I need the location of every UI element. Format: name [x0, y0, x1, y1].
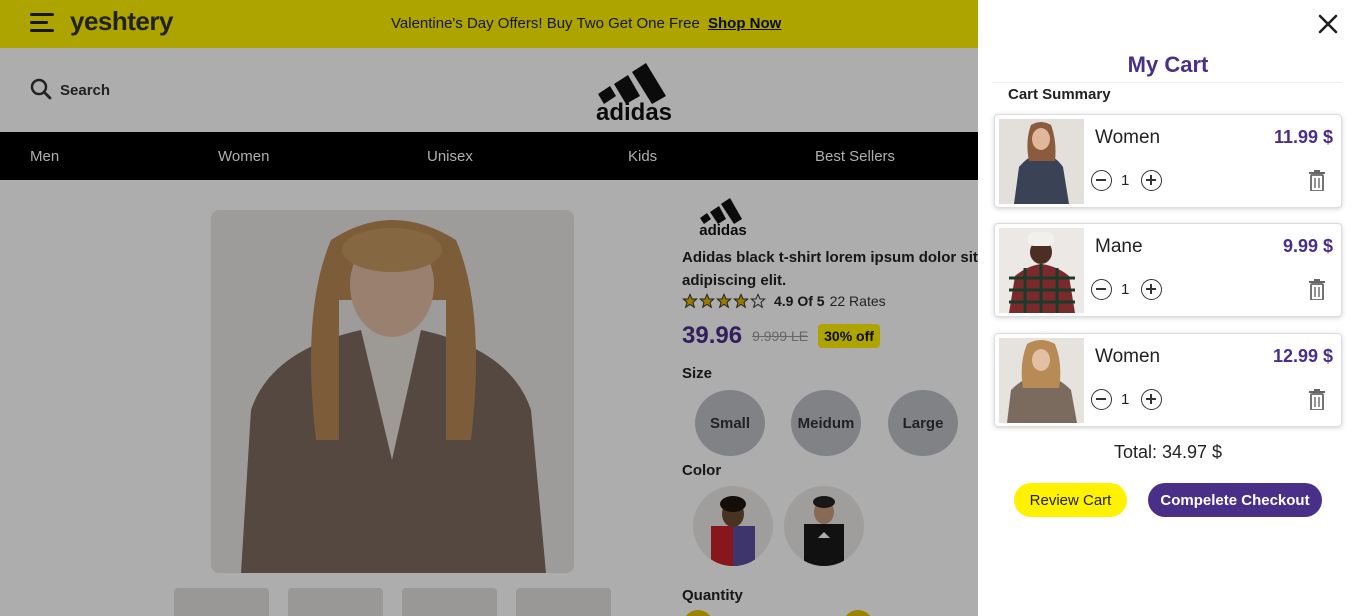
product-page: yeshtery Valentine's Day Offers! Buy Two… [0, 0, 978, 616]
cart-item-image[interactable] [999, 338, 1084, 423]
cart-total: Total: 34.97 $ [1113, 442, 1223, 462]
close-icon[interactable] [1316, 12, 1340, 36]
trash-icon[interactable] [1309, 389, 1325, 410]
modal-overlay[interactable] [0, 0, 978, 616]
increase-quantity-button[interactable] [1141, 170, 1162, 191]
decrease-quantity-button[interactable] [1091, 279, 1112, 300]
trash-icon[interactable] [1309, 279, 1325, 300]
cart-item-image[interactable] [999, 119, 1084, 204]
cart-item-name: Women [1095, 127, 1161, 148]
cart-item-price: 9.99 $ [1282, 236, 1333, 256]
increase-quantity-button[interactable] [1141, 389, 1162, 410]
cart-drawer: My Cart Cart Summary Women 11.99 $ 1 Man… [978, 0, 1356, 616]
divider [992, 82, 1342, 83]
trash-icon[interactable] [1309, 170, 1325, 191]
cart-item-name: Mane [1095, 236, 1143, 257]
cart-item-price: 11.99 $ [1273, 127, 1333, 147]
decrease-quantity-button[interactable] [1091, 170, 1112, 191]
cart-item-quantity: 1 [1121, 391, 1130, 408]
cart-item: Women 12.99 $ 1 [994, 333, 1342, 427]
cart-item-name: Women [1095, 346, 1161, 367]
cart-item-quantity: 1 [1121, 172, 1130, 189]
cart-title: My Cart [1127, 52, 1209, 77]
decrease-quantity-button[interactable] [1091, 389, 1112, 410]
complete-checkout-button[interactable]: Compelete Checkout [1148, 483, 1322, 517]
cart-item: Mane 9.99 $ 1 [994, 223, 1342, 317]
review-cart-button[interactable]: Review Cart [1014, 483, 1127, 517]
increase-quantity-button[interactable] [1141, 279, 1162, 300]
cart-item-quantity: 1 [1121, 281, 1130, 298]
cart-item: Women 11.99 $ 1 [994, 114, 1342, 208]
cart-item-image[interactable] [999, 228, 1084, 313]
cart-summary-label: Cart Summary [1008, 86, 1111, 103]
cart-item-price: 12.99 $ [1272, 346, 1333, 366]
